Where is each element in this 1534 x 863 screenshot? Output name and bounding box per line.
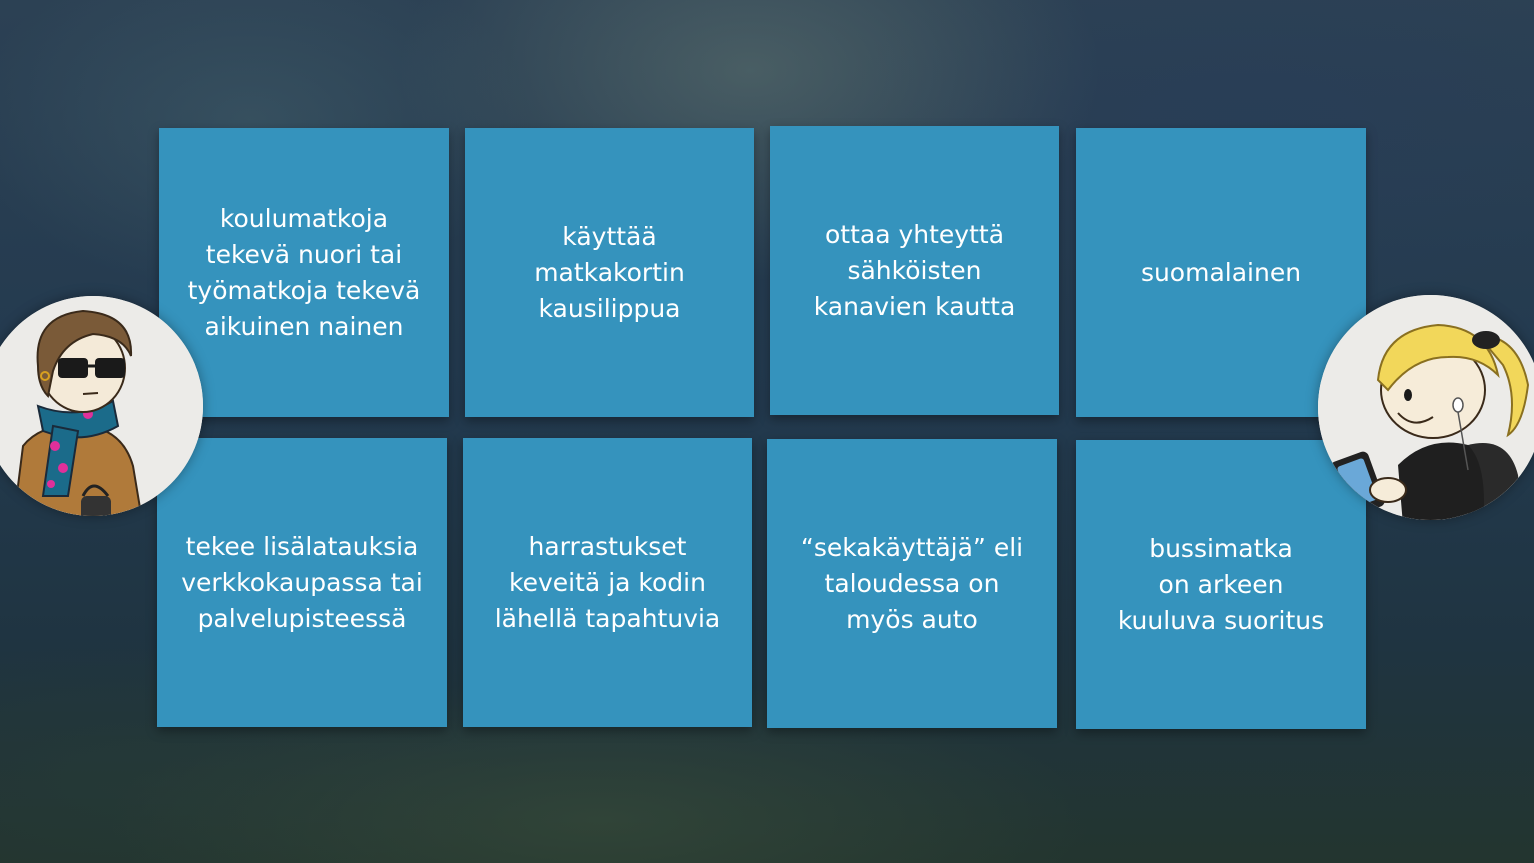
avatar-right xyxy=(1318,295,1534,520)
tile-text: ottaa yhteyttä sähköisten kanavien kautt… xyxy=(813,219,1016,321)
tile-text: bussimatka on arkeen kuuluva suoritus xyxy=(1117,533,1325,635)
slide: koulumatkoja tekevä nuori tai työmatkoja… xyxy=(0,0,1534,863)
tile-travel-card: käyttää matkakortin kausilippua xyxy=(465,128,754,417)
tile-text: käyttää matkakortin kausilippua xyxy=(534,221,685,323)
tile-text: suomalainen xyxy=(1140,257,1302,287)
tile-top-ups: tekee lisälatauksia verkkokaupassa tai p… xyxy=(157,438,447,727)
tile-bus-trip: bussimatka on arkeen kuuluva suoritus xyxy=(1076,440,1366,729)
tile-text: harrastukset keveitä ja kodin lähellä ta… xyxy=(494,531,721,633)
tile-mixed-user: “sekakäyttäjä” eli taloudessa on myös au… xyxy=(767,439,1057,728)
woman-with-phone-icon xyxy=(1318,295,1534,520)
tile-text: koulumatkoja tekevä nuori tai työmatkoja… xyxy=(187,203,421,341)
tile-text: “sekakäyttäjä” eli taloudessa on myös au… xyxy=(800,532,1024,634)
tile-text: tekee lisälatauksia verkkokaupassa tai p… xyxy=(181,531,423,633)
tile-persona-description: koulumatkoja tekevä nuori tai työmatkoja… xyxy=(159,128,449,417)
tile-hobbies: harrastukset keveitä ja kodin lähellä ta… xyxy=(463,438,752,727)
tile-electronic-channels: ottaa yhteyttä sähköisten kanavien kautt… xyxy=(770,126,1059,415)
